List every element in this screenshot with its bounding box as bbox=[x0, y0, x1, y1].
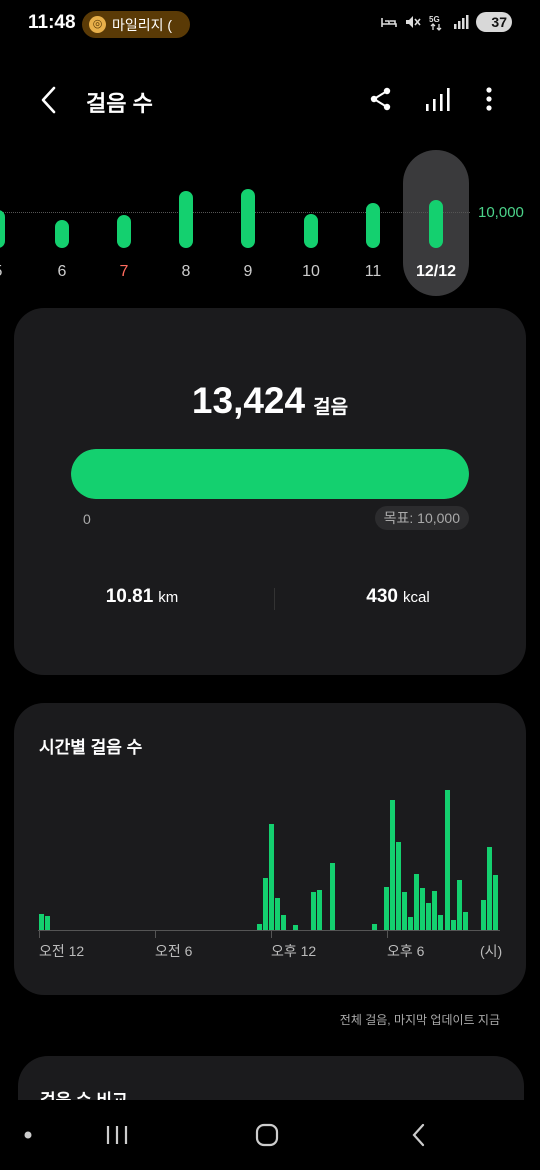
battery-icon: 37 bbox=[476, 12, 512, 32]
hour-bar bbox=[39, 914, 44, 930]
recent-apps-icon[interactable] bbox=[100, 1120, 134, 1150]
steps-summary-card: 13,424 걸음 0 목표: 10,000 10.81 km 430 kcal bbox=[14, 308, 526, 675]
hour-bar bbox=[45, 916, 51, 930]
distance-value: 10.81 bbox=[105, 586, 154, 607]
hour-axis-tick bbox=[387, 930, 388, 938]
daily-steps-strip[interactable]: 10,000 5 6 7 8 9 10 11 12/12 bbox=[0, 150, 540, 300]
hour-bar bbox=[275, 898, 281, 930]
goal-progress-fill bbox=[71, 449, 469, 499]
hour-bar bbox=[371, 924, 377, 930]
hour-bar bbox=[402, 892, 408, 930]
page-title: 걸음 수 bbox=[86, 91, 153, 116]
nav-back-icon[interactable] bbox=[402, 1120, 436, 1150]
share-icon[interactable] bbox=[366, 84, 396, 114]
nav-dot-icon[interactable] bbox=[18, 1120, 38, 1150]
more-icon[interactable] bbox=[474, 84, 504, 114]
sleep-icon bbox=[381, 18, 397, 27]
hour-bar bbox=[396, 842, 402, 930]
hour-bar bbox=[390, 800, 396, 930]
hour-axis-label: 오후 12 bbox=[271, 943, 317, 959]
day-bar-10[interactable] bbox=[304, 213, 318, 248]
hour-bar bbox=[462, 912, 468, 930]
hour-bar bbox=[317, 890, 323, 930]
day-bar-7[interactable] bbox=[117, 214, 131, 248]
calories-unit: kcal bbox=[403, 589, 430, 606]
day-label-8[interactable]: 8 bbox=[166, 263, 206, 281]
distance-stat: 10.81 km bbox=[14, 586, 270, 608]
day-label-9[interactable]: 9 bbox=[228, 263, 268, 281]
day-bar-9[interactable] bbox=[241, 189, 255, 248]
hour-bar bbox=[486, 847, 492, 930]
chart-icon[interactable] bbox=[423, 84, 453, 114]
hour-bar bbox=[456, 880, 462, 930]
goal-line bbox=[0, 212, 470, 213]
status-time: 11:48 bbox=[28, 12, 76, 33]
app-header: 걸음 수 bbox=[0, 70, 540, 128]
hour-bar bbox=[293, 925, 299, 930]
network-5g-text: 5G bbox=[429, 15, 440, 24]
hour-bar bbox=[444, 790, 450, 930]
battery-level: 37 bbox=[491, 14, 507, 30]
hour-bar bbox=[269, 824, 274, 930]
signal-icon bbox=[454, 15, 469, 29]
day-bar-5[interactable] bbox=[0, 209, 5, 248]
hour-axis-label: 오전 12 bbox=[39, 943, 85, 959]
hour-axis-label: (시) bbox=[480, 943, 503, 959]
hour-bar bbox=[480, 900, 486, 930]
update-footnote: 전체 걸음, 마지막 업데이트 지금 bbox=[339, 1013, 500, 1027]
steps-unit: 걸음 bbox=[313, 397, 349, 418]
calories-value: 430 bbox=[366, 586, 398, 607]
mileage-icon: ◎ bbox=[89, 16, 106, 33]
mute-icon bbox=[406, 16, 421, 28]
system-nav-bar bbox=[0, 1100, 540, 1170]
day-label-5[interactable]: 5 bbox=[0, 263, 18, 281]
day-bar-11[interactable] bbox=[366, 203, 380, 248]
hour-bar bbox=[281, 915, 287, 930]
hour-bar bbox=[414, 874, 420, 930]
hour-bar bbox=[492, 875, 498, 930]
hour-bar bbox=[426, 903, 432, 930]
goal-progress-bar bbox=[71, 449, 469, 499]
steps-count: 13,424 bbox=[191, 380, 306, 421]
day-label-12-12[interactable]: 12/12 bbox=[416, 263, 456, 281]
hour-bar bbox=[432, 891, 438, 930]
hour-bar bbox=[384, 887, 389, 930]
day-bar-8[interactable] bbox=[179, 191, 193, 248]
status-bar: 11:48 ◎ 마일리지 ( 5G 37 bbox=[0, 0, 540, 48]
steps-total: 13,424 걸음 bbox=[14, 380, 526, 422]
day-label-7[interactable]: 7 bbox=[104, 263, 144, 281]
day-bar-6[interactable] bbox=[55, 219, 69, 248]
hour-bar bbox=[256, 924, 262, 930]
hour-axis-label: 오전 6 bbox=[155, 943, 193, 959]
goal-badge: 목표: 10,000 bbox=[374, 506, 469, 530]
hour-bar bbox=[438, 915, 444, 930]
network-5g-icon: 5G bbox=[429, 15, 442, 31]
hourly-chart-title: 시간별 걸음 수 bbox=[39, 738, 143, 757]
day-label-11[interactable]: 11 bbox=[353, 263, 393, 281]
hour-bar bbox=[408, 917, 414, 930]
progress-min-label: 0 bbox=[83, 511, 91, 527]
day-label-10[interactable]: 10 bbox=[291, 263, 331, 281]
hour-bar bbox=[420, 888, 426, 930]
hour-axis-tick bbox=[39, 930, 40, 938]
hour-axis-tick bbox=[155, 930, 156, 938]
goal-line-label: 10,000 bbox=[478, 204, 524, 221]
hour-bar bbox=[450, 920, 456, 930]
mileage-pill[interactable]: ◎ 마일리지 ( bbox=[82, 11, 190, 38]
hour-bar bbox=[311, 892, 317, 930]
hour-axis-label: 오후 6 bbox=[387, 943, 425, 959]
day-bar-12-12[interactable] bbox=[429, 199, 443, 248]
home-icon[interactable] bbox=[250, 1120, 284, 1150]
distance-unit: km bbox=[158, 589, 179, 606]
hourly-x-axis bbox=[38, 930, 500, 931]
hour-axis-tick bbox=[271, 930, 272, 938]
hour-bar bbox=[262, 878, 268, 930]
status-icons: 5G 37 bbox=[380, 12, 512, 32]
hour-bar bbox=[329, 863, 335, 930]
back-icon[interactable] bbox=[32, 82, 68, 118]
mileage-text: 마일리지 ( bbox=[112, 16, 173, 33]
calories-stat: 430 kcal bbox=[270, 586, 526, 608]
day-label-6[interactable]: 6 bbox=[42, 263, 82, 281]
hourly-steps-card[interactable]: 시간별 걸음 수 오전 12 오전 6 오후 12 오후 6 (시) bbox=[14, 703, 526, 995]
